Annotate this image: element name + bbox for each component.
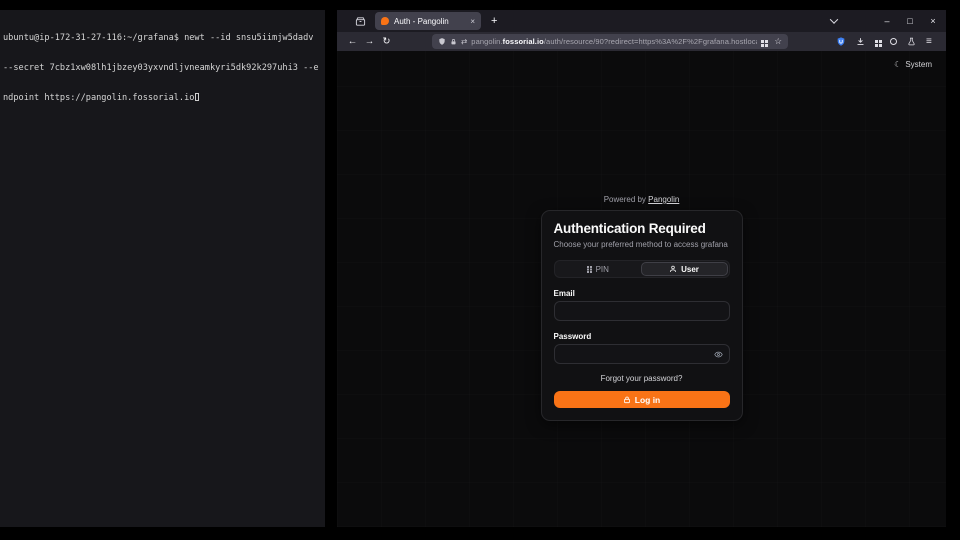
toolbar-extensions: ≡ <box>836 36 932 47</box>
user-icon <box>669 265 677 273</box>
url-domain: fossorial.io <box>503 37 544 46</box>
close-window-button[interactable]: × <box>928 16 938 26</box>
powered-by: Powered by Pangolin <box>604 195 680 204</box>
account-icon[interactable] <box>890 38 897 45</box>
tab-pin-label: PIN <box>596 265 609 274</box>
url-bar[interactable]: ⇄ pangolin.fossorial.io/auth/resource/90… <box>432 34 788 49</box>
back-button[interactable]: ← <box>344 36 361 47</box>
auth-card: Authentication Required Choose your pref… <box>541 210 743 421</box>
password-input[interactable] <box>561 350 710 359</box>
keypad-icon <box>587 266 589 268</box>
close-tab-icon[interactable]: × <box>470 17 475 26</box>
url-path: /auth/resource/90?redirect=https%3A%2F%2… <box>544 37 758 46</box>
card-subtitle: Choose your preferred method to access g… <box>554 240 730 249</box>
extension-shield-icon[interactable] <box>836 36 846 47</box>
url-subdomain: pangolin. <box>471 37 502 46</box>
email-label: Email <box>554 289 730 298</box>
tab-user-label: User <box>681 265 699 274</box>
show-password-eye-icon[interactable] <box>714 350 723 359</box>
terminal-line: --secret 7cbz1xw08lh1jbzey03yxvndljvneam… <box>3 63 322 73</box>
pangolin-favicon-icon <box>381 17 389 25</box>
hamburger-menu-icon[interactable]: ≡ <box>926 36 932 47</box>
auth-method-tabs: PIN User <box>554 260 730 278</box>
terminal-line: ndpoint https://pangolin.fossorial.io <box>3 93 322 103</box>
bookmark-star-icon[interactable]: ☆ <box>774 36 782 47</box>
tab-list-chevron-icon[interactable] <box>830 15 838 23</box>
navigation-toolbar: ← → ↻ ⇄ pangolin.fossorial.io/auth/resou… <box>337 32 946 51</box>
page-content: ☾ System Powered by Pangolin Authenticat… <box>337 51 946 527</box>
login-button[interactable]: Log in <box>554 391 730 408</box>
tab-pin[interactable]: PIN <box>556 262 641 276</box>
firefox-view-icon[interactable] <box>355 16 366 27</box>
tab-title: Auth - Pangolin <box>394 17 465 26</box>
terminal-text: ndpoint https://pangolin.fossorial.io <box>3 93 194 103</box>
downloads-icon[interactable] <box>856 37 865 46</box>
email-field-wrap <box>554 301 730 321</box>
login-lock-icon <box>623 396 631 404</box>
tracking-shield-icon[interactable] <box>438 37 446 46</box>
tab-user[interactable]: User <box>641 262 728 276</box>
minimize-button[interactable]: – <box>882 16 892 26</box>
terminal-line: ubuntu@ip-172-31-27-116:~/grafana$ newt … <box>3 33 322 43</box>
password-field-wrap <box>554 344 730 364</box>
tab-bar: Auth - Pangolin × + – □ × <box>337 10 946 32</box>
extension-flask-icon[interactable] <box>907 37 916 46</box>
forward-button[interactable]: → <box>361 36 378 47</box>
theme-label: System <box>905 60 932 69</box>
desktop: ubuntu@ip-172-31-27-116:~/grafana$ newt … <box>0 0 960 540</box>
browser-window: Auth - Pangolin × + – □ × ← → ↻ ⇄ <box>337 10 946 527</box>
browser-tab[interactable]: Auth - Pangolin × <box>375 12 481 30</box>
powered-by-text: Powered by <box>604 195 646 204</box>
moon-icon: ☾ <box>894 60 901 69</box>
pangolin-link[interactable]: Pangolin <box>648 195 679 204</box>
forgot-password-link[interactable]: Forgot your password? <box>554 374 730 383</box>
container-grid-icon[interactable] <box>761 40 764 43</box>
email-input[interactable] <box>561 307 723 316</box>
terminal-cursor <box>195 93 199 101</box>
reload-button[interactable]: ↻ <box>378 36 395 47</box>
password-label: Password <box>554 332 730 341</box>
url-text[interactable]: pangolin.fossorial.io/auth/resource/90?r… <box>471 37 757 46</box>
terminal-window[interactable]: ubuntu@ip-172-31-27-116:~/grafana$ newt … <box>0 10 325 527</box>
lock-icon[interactable] <box>450 38 457 46</box>
new-tab-button[interactable]: + <box>491 15 497 27</box>
card-title: Authentication Required <box>554 221 730 236</box>
login-button-label: Log in <box>635 395 661 405</box>
auth-column: Powered by Pangolin Authentication Requi… <box>337 195 946 421</box>
extensions-icon[interactable] <box>875 40 878 43</box>
maximize-button[interactable]: □ <box>905 16 915 26</box>
permissions-icon[interactable]: ⇄ <box>461 37 467 46</box>
theme-toggle[interactable]: ☾ System <box>894 60 932 69</box>
